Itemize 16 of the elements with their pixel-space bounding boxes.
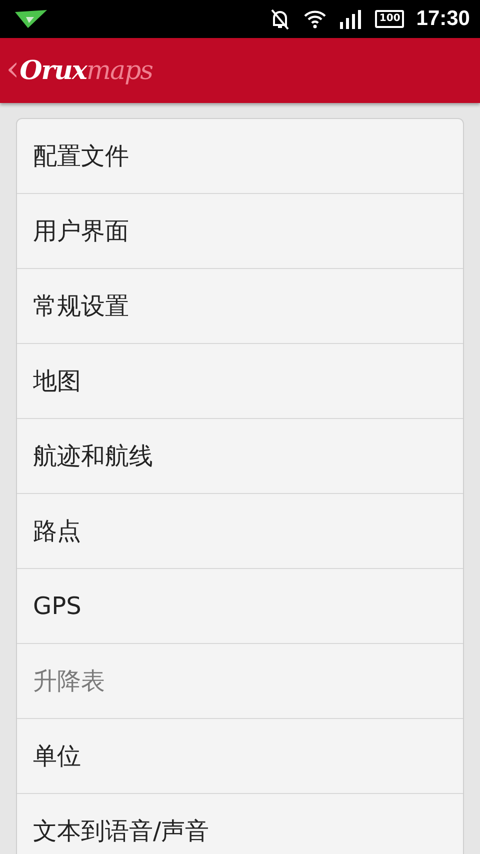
settings-item[interactable]: 航迹和航线 (17, 419, 463, 494)
clock: 17:30 (416, 7, 470, 31)
muted-bell-icon (269, 8, 292, 30)
settings-item[interactable]: 常规设置 (17, 269, 463, 344)
settings-item[interactable]: GPS (17, 569, 463, 644)
settings-item[interactable]: 地图 (17, 344, 463, 419)
signal-icon (339, 9, 364, 29)
battery-icon: 100 (375, 10, 404, 28)
settings-item[interactable]: 文本到语音/声音 (17, 794, 463, 854)
settings-item[interactable]: 用户界面 (17, 194, 463, 269)
settings-item[interactable]: 单位 (17, 719, 463, 794)
settings-item[interactable]: 配置文件 (17, 119, 463, 194)
wifi-icon (303, 9, 328, 29)
paper-plane-icon (14, 9, 48, 29)
app-logo: Oruxmaps (20, 56, 153, 86)
settings-item[interactable]: 路点 (17, 494, 463, 569)
